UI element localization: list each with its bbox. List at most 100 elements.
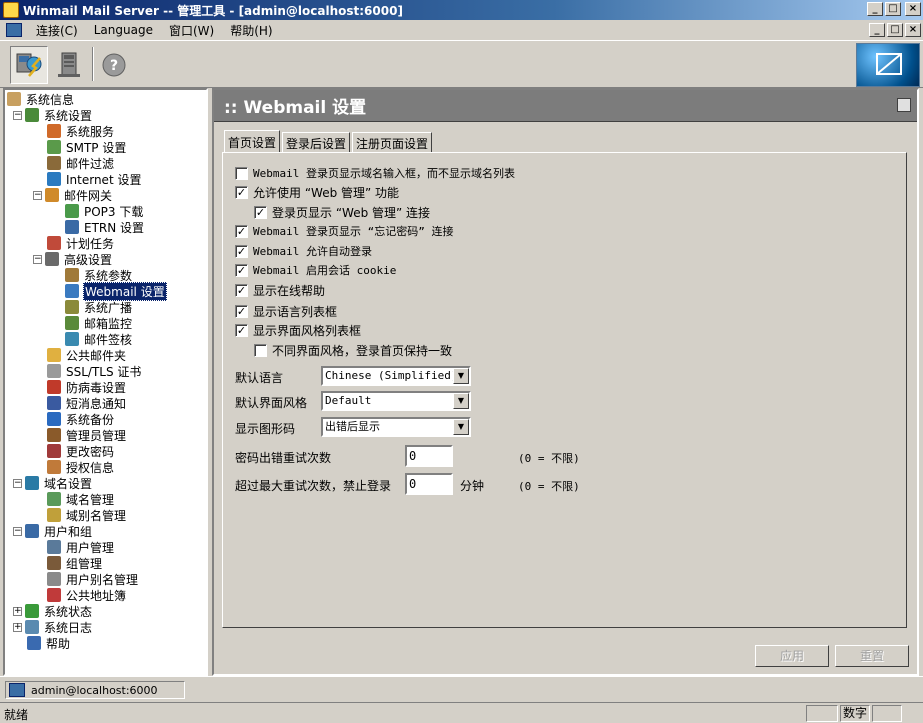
menu-help[interactable]: 帮助(H)	[222, 22, 280, 39]
checkbox-row-enable-session-cookie[interactable]: ✓ Webmail 启用会话 cookie	[235, 262, 396, 278]
tab-homepage[interactable]: 首页设置	[224, 130, 281, 152]
checkbox-show-web-admin-link[interactable]: ✓	[254, 205, 267, 219]
connect-button[interactable]	[10, 46, 48, 84]
tree-item-system-info[interactable]: 系统信息	[7, 91, 75, 107]
tree-item-ssl-tls-cert[interactable]: SSL/TLS 证书	[47, 363, 142, 379]
service-icon	[47, 124, 61, 138]
checkbox-show-domain-input[interactable]	[235, 166, 248, 180]
domain-alias-icon	[47, 508, 61, 522]
tree-item-system-backup[interactable]: 系统备份	[47, 411, 115, 427]
lock-minutes-input[interactable]: 0	[405, 473, 453, 495]
tree-item-pop3-download[interactable]: POP3 下载	[65, 203, 144, 219]
mdi-minimize-button[interactable]: _	[869, 23, 885, 37]
checkbox-row-show-language-list[interactable]: ✓ 显示语言列表框	[235, 303, 337, 319]
mdi-close-button[interactable]: ×	[905, 23, 921, 37]
tree-item-user-manage[interactable]: 用户管理	[47, 539, 115, 555]
connection-tab[interactable]: admin@localhost:6000	[5, 681, 185, 699]
pwd-retry-input[interactable]: 0	[405, 445, 453, 467]
tree-item-users-groups[interactable]: − 用户和组	[13, 523, 93, 539]
header-action-icon[interactable]	[897, 98, 911, 112]
minimize-button[interactable]: _	[867, 2, 883, 16]
tree-item-mail-signoff[interactable]: 邮件签核	[65, 331, 133, 347]
mdi-restore-button[interactable]: □	[887, 23, 903, 37]
checkbox-row-show-web-admin-link[interactable]: ✓ 登录页显示 “Web 管理” 连接	[254, 204, 430, 220]
tree-item-help[interactable]: 帮助	[27, 635, 71, 651]
collapse-icon[interactable]: −	[13, 110, 22, 120]
webmail-icon	[65, 284, 79, 298]
mdi-child-icon[interactable]	[6, 23, 22, 37]
checkbox-show-online-help[interactable]: ✓	[235, 283, 248, 297]
expand-icon[interactable]: +	[13, 606, 22, 616]
captcha-select[interactable]: 出错后显示 ▼	[321, 417, 471, 437]
tree-item-license-info[interactable]: 授权信息	[47, 459, 115, 475]
tree-item-group-manage[interactable]: 组管理	[47, 555, 103, 571]
tree-item-smtp-settings[interactable]: SMTP 设置	[47, 139, 127, 155]
checkbox-allow-auto-login[interactable]: ✓	[235, 244, 248, 258]
menu-language[interactable]: Language	[86, 23, 161, 37]
tree-item-webmail-settings[interactable]: Webmail 设置	[65, 281, 167, 301]
checkbox-allow-web-admin[interactable]: ✓	[235, 185, 248, 199]
checkbox-row-show-forgot-password[interactable]: ✓ Webmail 登录页显示 “忘记密码” 连接	[235, 223, 453, 239]
tree-item-sms-notify[interactable]: 短消息通知	[47, 395, 127, 411]
checkbox-show-style-list[interactable]: ✓	[235, 323, 248, 337]
menu-window[interactable]: 窗口(W)	[161, 22, 222, 39]
dropdown-arrow-icon[interactable]: ▼	[453, 368, 469, 384]
tree-item-system-service[interactable]: 系统服务	[47, 123, 115, 139]
checkbox-row-consistent-login-style[interactable]: 不同界面风格，登录首页保持一致	[254, 342, 452, 358]
collapse-icon[interactable]: −	[33, 190, 42, 200]
tree-item-domain-manage[interactable]: 域名管理	[47, 491, 115, 507]
checkbox-enable-session-cookie[interactable]: ✓	[235, 263, 248, 277]
tree-item-domain-settings[interactable]: − 域名设置	[13, 475, 93, 491]
tree-item-system-status[interactable]: + 系统状态	[13, 603, 93, 619]
tree-item-public-addressbook[interactable]: 公共地址簿	[47, 587, 127, 603]
checkbox-show-language-list[interactable]: ✓	[235, 304, 248, 318]
tree-item-system-broadcast[interactable]: 系统广播	[65, 299, 133, 315]
checkbox-row-show-domain-input[interactable]: Webmail 登录页显示域名输入框，而不显示域名列表	[235, 165, 515, 181]
tree-item-domain-alias-manage[interactable]: 域别名管理	[47, 507, 127, 523]
tree-item-change-password[interactable]: 更改密码	[47, 443, 115, 459]
tree-item-mailbox-monitor[interactable]: 邮箱监控	[65, 315, 133, 331]
checkbox-show-forgot-password[interactable]: ✓	[235, 224, 248, 238]
tree-item-internet-settings[interactable]: Internet 设置	[47, 171, 142, 187]
help-button[interactable]: ?	[95, 46, 133, 84]
tree-item-antivirus-settings[interactable]: 防病毒设置	[47, 379, 127, 395]
tree-item-label: 系统设置	[44, 108, 93, 123]
help-book-icon	[27, 636, 41, 650]
checkbox-row-show-style-list[interactable]: ✓ 显示界面风格列表框	[235, 322, 361, 338]
expand-icon[interactable]: +	[13, 622, 22, 632]
collapse-icon[interactable]: −	[33, 254, 42, 264]
checkbox-row-allow-web-admin[interactable]: ✓ 允许使用 “Web 管理” 功能	[235, 184, 399, 200]
tree-item-public-folder[interactable]: 公共邮件夹	[47, 347, 127, 363]
default-style-select[interactable]: Default ▼	[321, 391, 471, 411]
advanced-icon	[45, 252, 59, 266]
menu-connect[interactable]: 连接(C)	[28, 22, 86, 39]
maximize-button[interactable]: □	[885, 2, 901, 16]
checkbox-row-allow-auto-login[interactable]: ✓ Webmail 允许自动登录	[235, 243, 372, 259]
tree-item-scheduled-tasks[interactable]: 计划任务	[47, 235, 115, 251]
tree-item-admin-manage[interactable]: 管理员管理	[47, 427, 127, 443]
checkbox-consistent-login-style[interactable]	[254, 343, 267, 357]
tree-item-system-settings[interactable]: − 系统设置	[13, 107, 93, 123]
tree-item-mail-gateway[interactable]: − 邮件网关	[33, 187, 113, 203]
tree-item-mail-filter[interactable]: 邮件过滤	[47, 155, 115, 171]
tree-item-etrn-settings[interactable]: ETRN 设置	[65, 219, 145, 235]
tree-item-label: 系统备份	[66, 412, 115, 427]
dropdown-arrow-icon[interactable]: ▼	[453, 419, 469, 435]
checkbox-row-show-online-help[interactable]: ✓ 显示在线帮助	[235, 282, 325, 298]
collapse-icon[interactable]: −	[13, 526, 22, 536]
disconnect-button[interactable]	[50, 46, 88, 84]
dropdown-arrow-icon[interactable]: ▼	[453, 393, 469, 409]
tree-item-advanced-settings[interactable]: − 高级设置	[33, 251, 113, 267]
default-language-select[interactable]: Chinese (Simplified) ▼	[321, 366, 471, 386]
tree-item-user-alias-manage[interactable]: 用户别名管理	[47, 571, 139, 587]
collapse-icon[interactable]: −	[13, 478, 22, 488]
close-button[interactable]: ×	[905, 2, 921, 16]
tab-after-login[interactable]: 登录后设置	[282, 132, 351, 152]
apply-button[interactable]: 应用	[755, 645, 829, 667]
reset-button[interactable]: 重置	[835, 645, 909, 667]
settings-icon	[25, 108, 39, 122]
tab-registration[interactable]: 注册页面设置	[352, 132, 433, 152]
tree-item-system-log[interactable]: + 系统日志	[13, 619, 93, 635]
app-icon	[3, 2, 19, 18]
lock-unit: 分钟	[460, 479, 485, 493]
